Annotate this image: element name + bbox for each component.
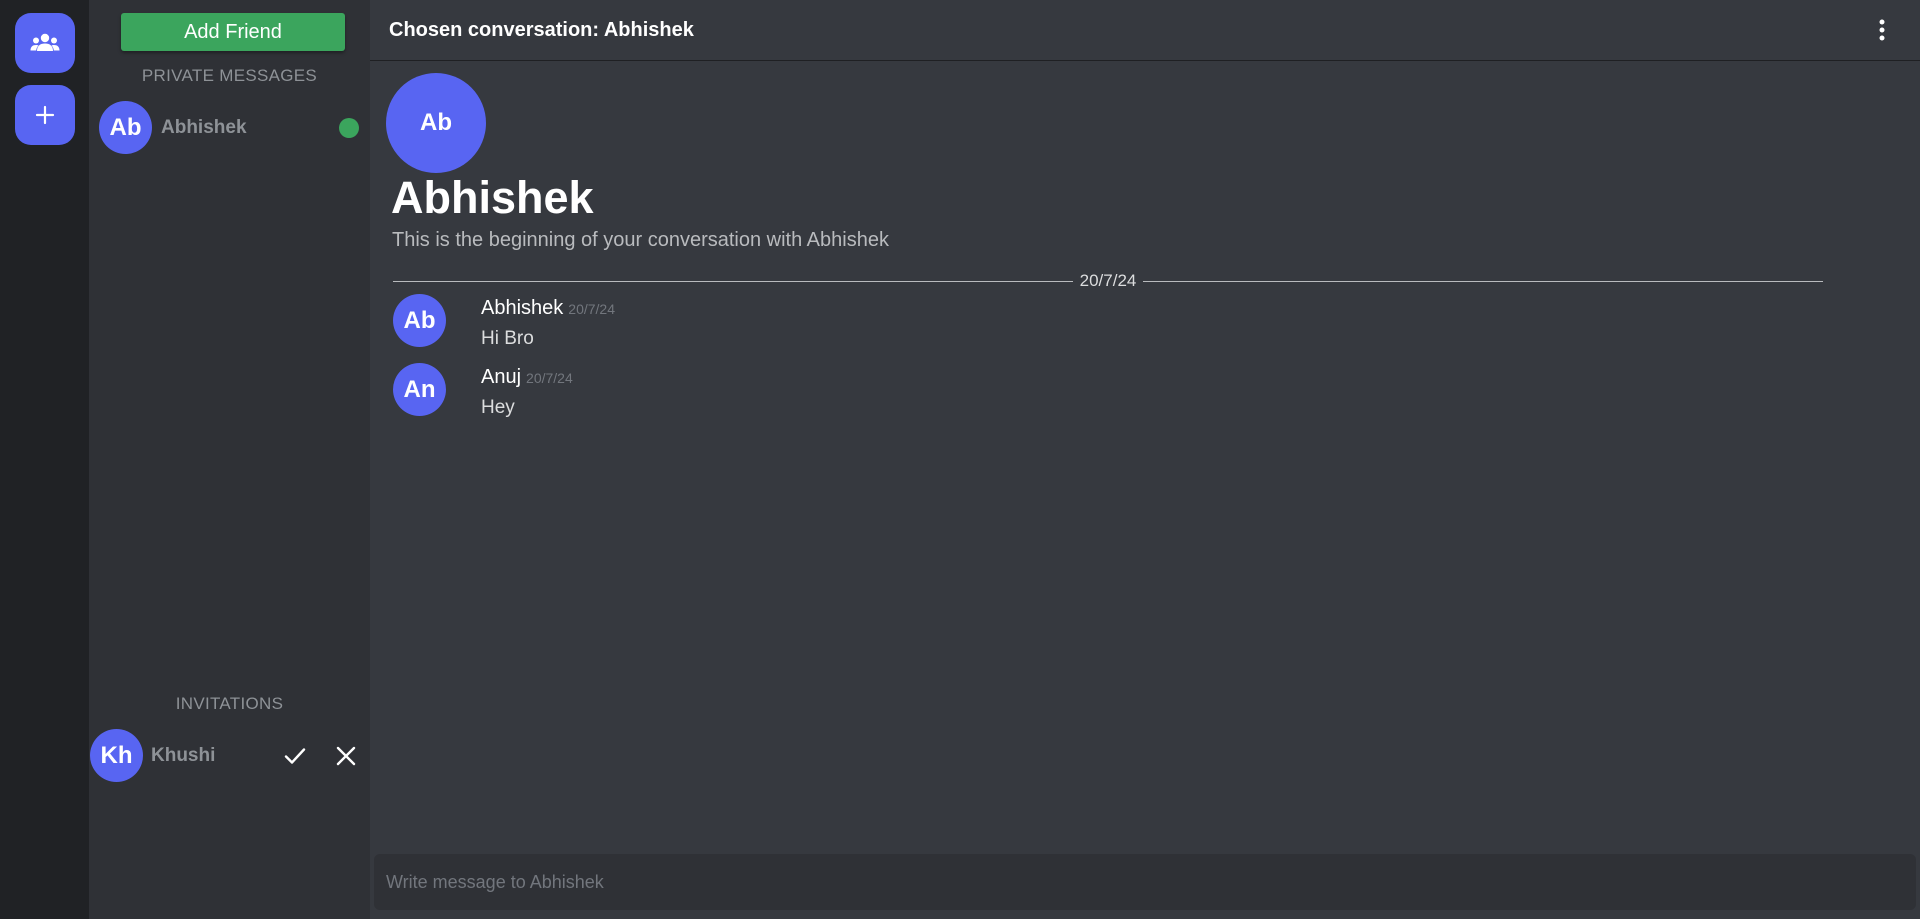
message-timestamp: 20/7/24 [526,370,573,386]
chat-menu-button[interactable] [1870,17,1894,43]
avatar: Kh [90,729,143,782]
chat-title: Chosen conversation: Abhishek [389,19,694,41]
chat-header: Chosen conversation: Abhishek [370,0,1920,61]
plus-icon [35,105,55,125]
check-icon [284,748,306,764]
add-server-button[interactable] [15,85,75,145]
avatar: Ab [393,294,446,347]
add-friend-button[interactable]: Add Friend [121,13,345,51]
message-author-line: Abhishek 20/7/24 [481,297,615,320]
private-message-item-abhishek[interactable]: Ab Abhishek [99,101,361,155]
date-label: 20/7/24 [1079,271,1137,290]
accept-invitation-button[interactable] [281,742,309,770]
people-icon [30,33,60,51]
divider-line [1143,280,1824,282]
avatar: Ab [99,101,152,154]
message-composer [374,854,1916,910]
message-text: Hi Bro [481,328,534,349]
message-item: Ab Abhishek 20/7/24 Hi Bro [393,294,1793,349]
app-window: Add Friend PRIVATE MESSAGES Ab Abhishek … [0,0,1920,919]
message-author: Abhishek [481,297,564,319]
message-item: An Anuj 20/7/24 Hey [393,363,1793,418]
invitations-title: INVITATIONS [175,694,284,713]
reject-invitation-button[interactable] [332,742,360,770]
friend-name: Abhishek [161,117,247,138]
kebab-menu-icon [1879,19,1885,41]
message-input[interactable] [374,854,1916,910]
invitation-sender-name: Khushi [151,745,216,766]
invitation-item-khushi: Kh Khushi [90,729,368,783]
divider-line [393,280,1073,282]
message-timestamp: 20/7/24 [568,301,615,317]
message-author-line: Anuj 20/7/24 [481,366,573,389]
sidebar: Add Friend PRIVATE MESSAGES Ab Abhishek … [89,0,370,919]
conversation-intro-text: This is the beginning of your conversati… [392,229,889,251]
server-rail [0,0,89,919]
online-status-indicator [339,118,359,138]
chat-area: Chosen conversation: Abhishek Ab Abhishe… [370,0,1920,919]
date-divider: 20/7/24 [393,270,1824,292]
conversation-name: Abhishek [391,172,594,223]
conversation-avatar: Ab [386,73,486,173]
message-author: Anuj [481,366,522,388]
friends-button[interactable] [15,13,75,73]
avatar: An [393,363,446,416]
message-text: Hey [481,397,515,418]
close-icon [336,746,356,766]
private-messages-title: PRIVATE MESSAGES [141,66,318,85]
